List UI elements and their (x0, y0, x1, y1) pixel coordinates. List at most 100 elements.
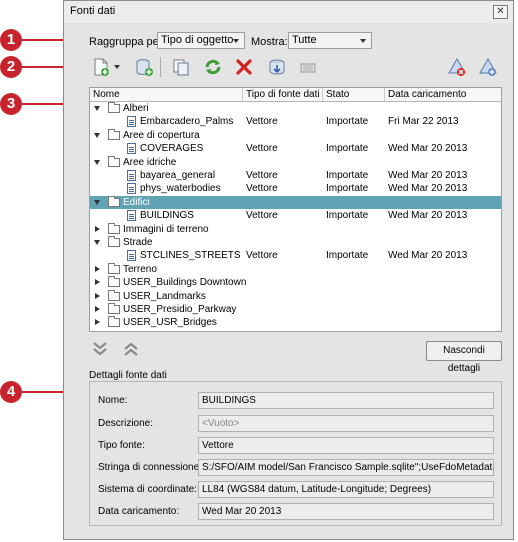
tree-group-row[interactable]: USER_Presidio_Parkway (90, 303, 501, 316)
detail-value-field[interactable]: S:/SFO/AIM model/San Francisco Sample.sq… (198, 459, 494, 476)
tree-item-row[interactable]: STCLINES_STREETS Vettore Importate Wed Mar … (90, 249, 501, 262)
tree-group-row[interactable]: USER_Buildings Downtown (90, 276, 501, 289)
hide-details-button[interactable]: Nascondi dettagli (426, 341, 502, 374)
layer-off-icon[interactable] (447, 57, 467, 77)
column-header-type[interactable]: Tipo di fonte dati (243, 88, 323, 101)
chevron-down-icon[interactable] (114, 65, 120, 69)
detail-value-field[interactable]: Vettore (198, 437, 494, 454)
group-name: USER_Landmarks (123, 290, 206, 302)
group-name: Alberi (123, 103, 149, 114)
item-name: bayarea_general (140, 170, 216, 181)
collapse-arrow-icon[interactable] (95, 265, 100, 272)
detail-label: Nome: (98, 395, 128, 406)
detail-value-field[interactable]: LL84 (WGS84 datum, Latitude-Longitude; D… (198, 481, 494, 498)
expand-arrow-icon[interactable] (94, 240, 100, 245)
tree-item-row[interactable]: phys_waterbodies Vettore Importate Wed Mar … (90, 182, 501, 195)
detail-value-field[interactable]: Wed Mar 20 2013 (198, 503, 494, 520)
folder-icon (108, 276, 120, 288)
folder-icon (108, 222, 120, 234)
folder-icon (108, 236, 120, 247)
folder-icon (108, 128, 120, 140)
document-icon (127, 116, 136, 128)
group-name: Strade (123, 237, 153, 248)
tree-group-row[interactable]: USER_Landmarks (90, 289, 501, 303)
collapse-arrow-icon[interactable] (95, 319, 100, 326)
item-type: Vettore (246, 116, 278, 128)
expand-arrow-icon[interactable] (94, 132, 100, 138)
tree-group-row[interactable]: Edifici (90, 195, 501, 209)
collapse-arrow-icon[interactable] (95, 292, 100, 299)
item-date: Wed Mar 20 2013 (388, 143, 468, 155)
item-date: Wed Mar 20 2013 (388, 183, 468, 195)
column-header-state[interactable]: Stato (323, 88, 385, 101)
import-icon[interactable] (267, 57, 287, 77)
item-state: Importate (326, 116, 369, 128)
expand-arrow-icon[interactable] (94, 159, 100, 165)
group-name: USER_USR_Bridges (123, 317, 217, 329)
expand-arrow-icon[interactable] (94, 106, 100, 111)
tree-group-row[interactable]: Strade (90, 236, 501, 249)
document-icon (127, 250, 136, 262)
refresh-icon[interactable] (203, 57, 223, 77)
item-date: Fri Mar 22 2013 (388, 116, 459, 128)
copy-icon[interactable] (171, 57, 191, 77)
detail-value-field[interactable]: <Vuoto> (198, 415, 494, 432)
collapse-all-icon[interactable] (122, 340, 140, 358)
item-date: Wed Mar 20 2013 (388, 170, 468, 181)
item-type: Vettore (246, 143, 278, 155)
tree-group-row[interactable]: Aree idriche (90, 155, 501, 169)
detail-value-field[interactable]: BUILDINGS (198, 392, 494, 409)
layer-on-icon[interactable] (478, 57, 498, 77)
detail-label: Sistema di coordinate: (98, 484, 197, 495)
collapse-arrow-icon[interactable] (95, 306, 100, 312)
column-header-name[interactable]: Nome (90, 88, 243, 101)
tree-group-row[interactable]: Terreno (90, 262, 501, 276)
group-by-select[interactable]: Tipo di oggetto (157, 32, 245, 49)
expand-arrow-icon[interactable] (94, 199, 100, 205)
folder-icon (108, 303, 120, 314)
group-name: Aree idriche (123, 156, 177, 168)
document-icon (127, 143, 136, 155)
item-type: Vettore (246, 183, 278, 195)
chevron-down-icon (360, 39, 366, 43)
tree-header: Nome Tipo di fonte dati Stato Data caric… (90, 88, 501, 102)
tree-group-row[interactable]: Alberi (90, 102, 501, 115)
item-name: phys_waterbodies (140, 183, 221, 195)
group-by-label: Raggruppa per: (89, 36, 166, 48)
properties-icon[interactable] (298, 57, 318, 77)
item-type: Vettore (246, 250, 278, 262)
document-icon (127, 170, 136, 181)
folder-icon (108, 289, 120, 301)
title-bar: Fonti dati ✕ (64, 1, 513, 23)
data-sources-tree[interactable]: Nome Tipo di fonte dati Stato Data caric… (89, 87, 502, 332)
detail-label: Tipo fonte: (98, 440, 145, 451)
folder-icon (108, 262, 120, 274)
column-header-date[interactable]: Data caricamento (385, 88, 501, 101)
show-select[interactable]: Tutte (288, 32, 372, 49)
tree-group-row[interactable]: Aree di copertura (90, 128, 501, 142)
item-name: Embarcadero_Palms (140, 116, 234, 128)
document-icon (127, 183, 136, 195)
new-connection-icon[interactable] (91, 57, 111, 77)
add-data-icon[interactable] (134, 57, 154, 77)
close-button[interactable]: ✕ (493, 5, 508, 19)
detail-label: Stringa di connessione: (98, 462, 202, 473)
folder-icon (108, 195, 120, 207)
delete-icon[interactable] (234, 57, 254, 77)
folder-icon (108, 102, 120, 113)
folder-icon (108, 155, 120, 167)
tree-group-row[interactable]: USER_USR_Bridges (90, 316, 501, 329)
details-panel: Nome: BUILDINGS Descrizione: <Vuoto> Tipo fo… (89, 381, 502, 526)
tree-item-row[interactable]: BUILDINGS Vettore Importate Wed Mar 20 2013 (90, 209, 501, 222)
collapse-arrow-icon[interactable] (95, 225, 100, 232)
tree-item-row[interactable]: bayarea_general Vettore Importate Wed Mar 2… (90, 169, 501, 182)
expand-all-icon[interactable] (91, 340, 109, 358)
group-name: USER_Presidio_Parkway (123, 304, 237, 315)
tree-item-row[interactable]: COVERAGES Vettore Importate Wed Mar 20 2013 (90, 142, 501, 155)
collapse-arrow-icon[interactable] (95, 279, 100, 286)
chevron-down-icon (233, 39, 239, 43)
item-state: Importate (326, 210, 369, 222)
item-state: Importate (326, 183, 369, 195)
tree-group-row[interactable]: Immagini di terreno (90, 222, 501, 236)
tree-item-row[interactable]: Embarcadero_Palms Vettore Importate Fri Mar… (90, 115, 501, 128)
